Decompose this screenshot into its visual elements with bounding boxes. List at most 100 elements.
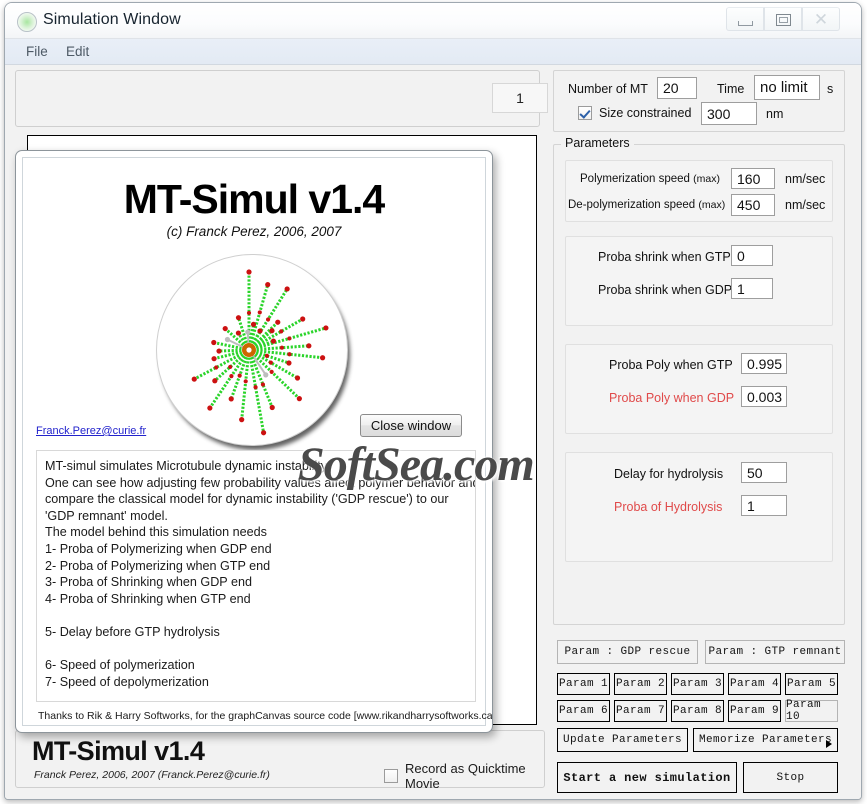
app-sphere-icon [17, 12, 37, 32]
microtubule-aster-icon [191, 269, 329, 436]
depolymerization-speed-unit: nm/sec [785, 198, 826, 212]
footer-credits: Franck Perez, 2006, 2007 (Franck.Perez@c… [34, 769, 270, 781]
record-movie-checkbox[interactable] [384, 769, 398, 783]
polymerization-speed-text: Polymerization speed [580, 173, 690, 185]
preset-param-4-button[interactable]: Param 4 [728, 673, 781, 695]
preset-gdp-rescue-button[interactable]: Param : GDP rescue [557, 640, 698, 664]
minimize-button[interactable] [726, 7, 764, 31]
about-thanks-text: Thanks to Rik & Harry Softworks, for the… [38, 710, 493, 722]
aster-disc [156, 254, 348, 446]
polymerization-speed-label: Polymerization speed (max) [580, 173, 720, 185]
about-description-line: The model behind this simulation needs [45, 525, 267, 540]
proba-poly-gdp-label: Proba Poly when GDP [609, 391, 735, 405]
close-button[interactable]: ✕ [802, 7, 840, 31]
about-description-line: compare the classical model for dynamic … [45, 492, 449, 507]
proba-poly-gdp-input[interactable]: 0.003 [741, 386, 787, 407]
maximize-button[interactable] [764, 7, 802, 31]
about-description-line: 5- Delay before GTP hydrolysis [45, 624, 220, 639]
maximize-icon [776, 14, 791, 26]
preset-param-8-button[interactable]: Param 8 [671, 700, 724, 722]
start-simulation-button[interactable]: Start a new simulation [557, 762, 737, 793]
top-settings-group: Number of MT 20 Time no limit s Size con… [553, 70, 845, 132]
parameters-group-label: Parameters [561, 136, 634, 150]
preset-param-1-button[interactable]: Param 1 [557, 673, 610, 695]
time-label: Time [717, 82, 745, 96]
about-description-line: 7- Speed of depolymerization [45, 674, 209, 689]
close-icon: ✕ [813, 10, 829, 29]
parameters-pane: Number of MT 20 Time no limit s Size con… [553, 70, 853, 793]
preset-param-3-button[interactable]: Param 3 [671, 673, 724, 695]
menu-item-file[interactable]: File [19, 43, 55, 60]
aster-illustration [156, 254, 354, 452]
stop-button[interactable]: Stop [743, 762, 838, 793]
preset-param-5-button[interactable]: Param 5 [785, 673, 838, 695]
about-dialog: MT-Simul v1.4 (c) Franck Perez, 2006, 20… [15, 150, 493, 733]
polymerization-speed-input[interactable]: 160 [731, 168, 775, 189]
memorize-parameters-label: Memorize Parameters [698, 734, 833, 746]
menu-bar: File Edit [5, 39, 861, 65]
simulation-window: Simulation Window ✕ File Edit 1 MT-Simul… [4, 2, 862, 800]
close-window-button[interactable]: Close window [360, 414, 462, 437]
title-bar: Simulation Window ✕ [5, 3, 861, 39]
proba-poly-gtp-input[interactable]: 0.995 [741, 353, 787, 374]
dropdown-arrow-icon [826, 740, 832, 748]
about-title: MT-Simul v1.4 [123, 176, 385, 222]
record-movie-label: Record as Quicktime Movie [405, 761, 526, 791]
size-constrained-checkbox[interactable] [578, 106, 592, 120]
about-description-textbox[interactable]: MT-simul simulates Microtubule dynamic i… [36, 450, 476, 702]
proba-poly-gtp-label: Proba Poly when GTP [609, 358, 733, 372]
proba-hydrolysis-label: Proba of Hydrolysis [614, 500, 723, 514]
preset-gtp-remnant-button[interactable]: Param : GTP remnant [705, 640, 845, 664]
polymerization-speed-suffix: (max) [693, 173, 720, 185]
author-email-link[interactable]: Franck.Perez@curie.fr [36, 425, 146, 437]
about-subtitle: (c) Franck Perez, 2006, 2007 [166, 224, 342, 239]
time-unit-label: s [827, 82, 834, 96]
menu-item-edit[interactable]: Edit [59, 43, 96, 60]
speeds-subgroup: Polymerization speed (max) 160 nm/sec De… [565, 160, 833, 222]
preset-param-6-button[interactable]: Param 6 [557, 700, 610, 722]
number-of-mt-input[interactable]: 20 [657, 77, 697, 99]
poly-subgroup: Proba Poly when GTP 0.995 Proba Poly whe… [565, 344, 833, 434]
preset-param-10-button[interactable]: Param 10 [785, 699, 838, 723]
record-movie-row: Record as Quicktime Movie [384, 761, 544, 791]
update-parameters-button[interactable]: Update Parameters [557, 728, 688, 752]
iteration-counter-field[interactable]: 1 [492, 83, 548, 113]
about-description-line [45, 607, 467, 624]
about-dialog-body: MT-Simul v1.4 (c) Franck Perez, 2006, 20… [22, 157, 492, 726]
delay-hydrolysis-input[interactable]: 50 [741, 462, 787, 483]
size-constrained-input[interactable]: 300 [701, 102, 757, 125]
about-description-line: 4- Proba of Shrinking when GTP end [45, 591, 251, 606]
simulation-toolbar: 1 [15, 70, 548, 127]
preset-param-9-button[interactable]: Param 9 [728, 700, 781, 722]
about-description-line: 3- Proba of Shrinking when GDP end [45, 575, 252, 590]
depolymerization-speed-input[interactable]: 450 [731, 194, 775, 216]
about-description-line: 2- Proba of Polymerizing when GTP end [45, 558, 271, 573]
depolymerization-speed-text: De-polymerization speed [568, 199, 696, 211]
minimize-icon [738, 21, 753, 26]
preset-param-7-button[interactable]: Param 7 [614, 700, 667, 722]
footer-app-title: MT-Simul v1.4 [32, 736, 205, 766]
about-description-line: 6- Speed of polymerization [45, 658, 195, 673]
hydrolysis-subgroup: Delay for hydrolysis 50 Proba of Hydroly… [565, 452, 833, 562]
about-description-line: 1- Proba of Polymerizing when GDP end [45, 541, 272, 556]
preset-param-2-button[interactable]: Param 2 [614, 673, 667, 695]
proba-hydrolysis-input[interactable]: 1 [741, 495, 787, 516]
time-input[interactable]: no limit [754, 75, 820, 100]
memorize-parameters-button[interactable]: Memorize Parameters [693, 728, 838, 752]
size-constrained-unit-label: nm [766, 107, 784, 121]
proba-shrink-gdp-label: Proba shrink when GDP [598, 283, 733, 297]
about-description-line: 'GDP remnant' model. [45, 508, 168, 523]
delay-hydrolysis-label: Delay for hydrolysis [614, 467, 724, 481]
about-description-line: One can see how adjusting few probabilit… [45, 475, 476, 490]
footer-panel: MT-Simul v1.4 Franck Perez, 2006, 2007 (… [15, 730, 545, 791]
shrink-subgroup: Proba shrink when GTP 0 Proba shrink whe… [565, 236, 833, 326]
about-description-line [45, 641, 467, 658]
depolymerization-speed-label: De-polymerization speed (max) [568, 199, 725, 211]
about-description-line [45, 690, 467, 701]
window-title: Simulation Window [43, 11, 181, 28]
number-of-mt-label: Number of MT [568, 82, 648, 96]
about-description-line: MT-simul simulates Microtubule dynamic i… [45, 459, 330, 473]
proba-shrink-gtp-input[interactable]: 0 [731, 245, 773, 266]
proba-shrink-gdp-input[interactable]: 1 [731, 278, 773, 299]
client-area: 1 MT-Simul v1.4 Franck Perez, 2006, 2007… [5, 65, 861, 799]
